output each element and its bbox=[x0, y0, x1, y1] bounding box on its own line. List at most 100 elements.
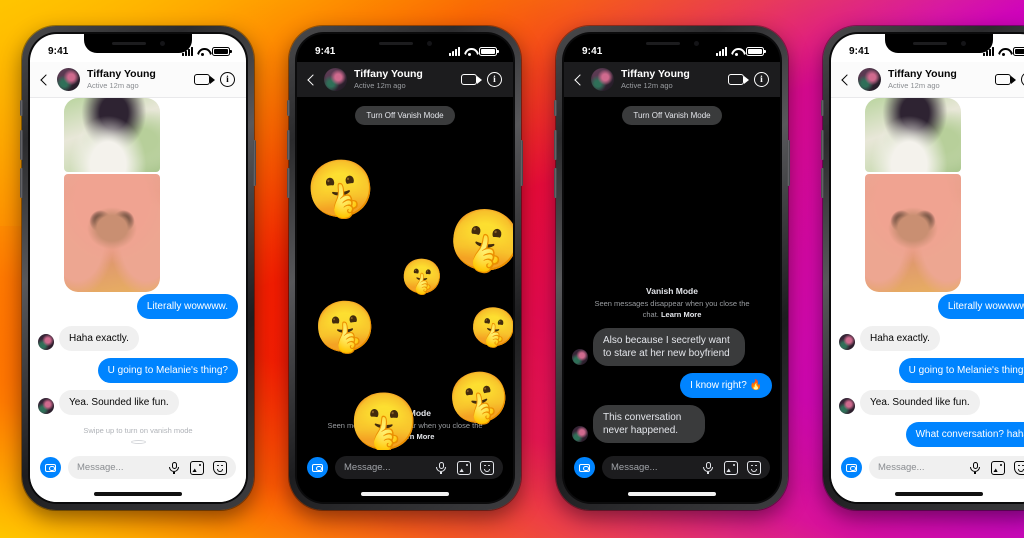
message-input[interactable]: Message... bbox=[335, 456, 503, 479]
earpiece-speaker bbox=[645, 42, 680, 45]
message-input[interactable]: Message... bbox=[869, 456, 1024, 479]
message-bubble[interactable]: This conversation never happened. bbox=[593, 405, 705, 443]
vanish-mode-title: Vanish Mode bbox=[379, 408, 431, 419]
notch bbox=[618, 34, 726, 53]
microphone-icon[interactable] bbox=[968, 461, 982, 475]
wifi-icon bbox=[464, 47, 475, 56]
learn-more-link[interactable]: Learn More bbox=[394, 432, 434, 441]
volume-up-button[interactable] bbox=[287, 130, 290, 160]
loading-spinner-icon bbox=[130, 440, 146, 444]
home-indicator[interactable] bbox=[297, 486, 513, 502]
message-row: Yea. Sounded like fun. bbox=[38, 390, 238, 415]
sticker-icon[interactable] bbox=[213, 460, 227, 475]
image-gallery-icon[interactable] bbox=[991, 460, 1005, 475]
microphone-icon[interactable] bbox=[167, 461, 181, 475]
message-list[interactable]: Turn Off Vanish Mode Vanish Mode Seen me… bbox=[564, 98, 780, 450]
message-bubble[interactable]: Haha exactly. bbox=[59, 326, 139, 351]
mute-switch[interactable] bbox=[287, 100, 290, 116]
info-icon[interactable]: i bbox=[220, 72, 235, 87]
message-bubble[interactable]: What conversation? haha bbox=[905, 422, 1024, 447]
mute-switch[interactable] bbox=[554, 100, 557, 116]
info-icon[interactable]: i bbox=[754, 72, 769, 87]
message-row: U going to Melanie's thing? bbox=[38, 358, 238, 383]
image-gallery-icon[interactable] bbox=[457, 460, 471, 475]
outdoor-selfie-photo[interactable] bbox=[64, 98, 160, 172]
message-list[interactable]: Turn Off Vanish Mode 🤫 🤫 🤫 🤫 🤫 🤫 🤫 Vanish Mode… bbox=[297, 98, 513, 450]
video-call-icon[interactable] bbox=[461, 74, 482, 85]
camera-icon[interactable] bbox=[40, 457, 61, 478]
camera-icon[interactable] bbox=[841, 457, 862, 478]
volume-down-button[interactable] bbox=[554, 168, 557, 198]
home-indicator[interactable] bbox=[564, 486, 780, 502]
pink-hair-portrait-photo[interactable] bbox=[865, 174, 961, 292]
avatar[interactable] bbox=[57, 68, 80, 91]
image-gallery-icon[interactable] bbox=[190, 460, 204, 475]
message-bubble[interactable]: Yea. Sounded like fun. bbox=[860, 390, 980, 415]
chat-header: Tiffany Young Active 12m ago i bbox=[831, 62, 1024, 98]
sticker-icon[interactable] bbox=[480, 460, 494, 475]
microphone-icon[interactable] bbox=[701, 461, 715, 475]
earpiece-speaker bbox=[378, 42, 413, 45]
camera-icon[interactable] bbox=[307, 457, 328, 478]
info-icon[interactable]: i bbox=[487, 72, 502, 87]
video-call-icon[interactable] bbox=[728, 74, 749, 85]
message-bubble[interactable]: U going to Melanie's thing? bbox=[898, 358, 1024, 383]
phone-bezel: 9:41 Tiffany Young Active 12m ago bbox=[295, 32, 515, 504]
power-button[interactable] bbox=[787, 140, 790, 186]
volume-down-button[interactable] bbox=[821, 168, 824, 198]
home-indicator[interactable] bbox=[831, 486, 1024, 502]
home-indicator[interactable] bbox=[30, 486, 246, 502]
turn-off-vanish-mode-button[interactable]: Turn Off Vanish Mode bbox=[622, 106, 722, 125]
message-list[interactable]: Literally wowwww. Haha exactly. U going … bbox=[30, 98, 246, 450]
pink-hair-portrait-photo[interactable] bbox=[64, 174, 160, 292]
avatar[interactable] bbox=[858, 68, 881, 91]
message-input[interactable]: Message... bbox=[602, 456, 770, 479]
power-button[interactable] bbox=[253, 140, 256, 186]
contact-status: Active 12m ago bbox=[888, 80, 940, 90]
volume-up-button[interactable] bbox=[20, 130, 23, 160]
volume-up-button[interactable] bbox=[554, 130, 557, 160]
image-gallery-icon[interactable] bbox=[724, 460, 738, 475]
back-chevron-icon[interactable] bbox=[305, 74, 317, 86]
message-bubble[interactable]: Also because I secretly want to stare at… bbox=[593, 328, 745, 366]
message-bubble[interactable]: I know right? 🔥 bbox=[680, 373, 772, 398]
learn-more-link[interactable]: Learn More bbox=[661, 310, 701, 319]
contact-info[interactable]: Tiffany Young Active 12m ago bbox=[621, 69, 721, 90]
photo-attachment-group[interactable] bbox=[64, 98, 238, 294]
phone-bezel: 9:41 Tiffany Young Active 12m ago bbox=[562, 32, 782, 504]
contact-info[interactable]: Tiffany Young Active 12m ago bbox=[87, 69, 187, 90]
outdoor-selfie-photo[interactable] bbox=[865, 98, 961, 172]
mute-switch[interactable] bbox=[20, 100, 23, 116]
message-bubble[interactable]: Literally wowwww. bbox=[937, 294, 1024, 319]
volume-up-button[interactable] bbox=[821, 130, 824, 160]
power-button[interactable] bbox=[520, 140, 523, 186]
message-input[interactable]: Message... bbox=[68, 456, 236, 479]
message-bubble[interactable]: Haha exactly. bbox=[860, 326, 940, 351]
turn-off-vanish-mode-button[interactable]: Turn Off Vanish Mode bbox=[355, 106, 455, 125]
video-call-icon[interactable] bbox=[995, 74, 1016, 85]
contact-status: Active 12m ago bbox=[354, 80, 406, 90]
avatar[interactable] bbox=[324, 68, 347, 91]
contact-info[interactable]: Tiffany Young Active 12m ago bbox=[354, 69, 454, 90]
sticker-icon[interactable] bbox=[747, 460, 761, 475]
message-list[interactable]: Literally wowwww. Haha exactly. U going … bbox=[831, 98, 1024, 450]
back-chevron-icon[interactable] bbox=[839, 74, 851, 86]
back-chevron-icon[interactable] bbox=[38, 74, 50, 86]
volume-down-button[interactable] bbox=[287, 168, 290, 198]
message-bubble[interactable]: U going to Melanie's thing? bbox=[97, 358, 238, 383]
video-call-icon[interactable] bbox=[194, 74, 215, 85]
earpiece-speaker bbox=[912, 42, 947, 45]
message-bubble[interactable]: Literally wowwww. bbox=[136, 294, 238, 319]
message-bubble[interactable]: Yea. Sounded like fun. bbox=[59, 390, 179, 415]
contact-info[interactable]: Tiffany Young Active 12m ago bbox=[888, 69, 988, 90]
back-chevron-icon[interactable] bbox=[572, 74, 584, 86]
sticker-icon[interactable] bbox=[1014, 460, 1024, 475]
photo-attachment-group[interactable] bbox=[865, 98, 1024, 294]
volume-down-button[interactable] bbox=[20, 168, 23, 198]
microphone-icon[interactable] bbox=[434, 461, 448, 475]
message-row: What conversation? haha bbox=[839, 422, 1024, 447]
mute-switch[interactable] bbox=[821, 100, 824, 116]
message-input-placeholder: Message... bbox=[344, 462, 391, 473]
camera-icon[interactable] bbox=[574, 457, 595, 478]
avatar[interactable] bbox=[591, 68, 614, 91]
